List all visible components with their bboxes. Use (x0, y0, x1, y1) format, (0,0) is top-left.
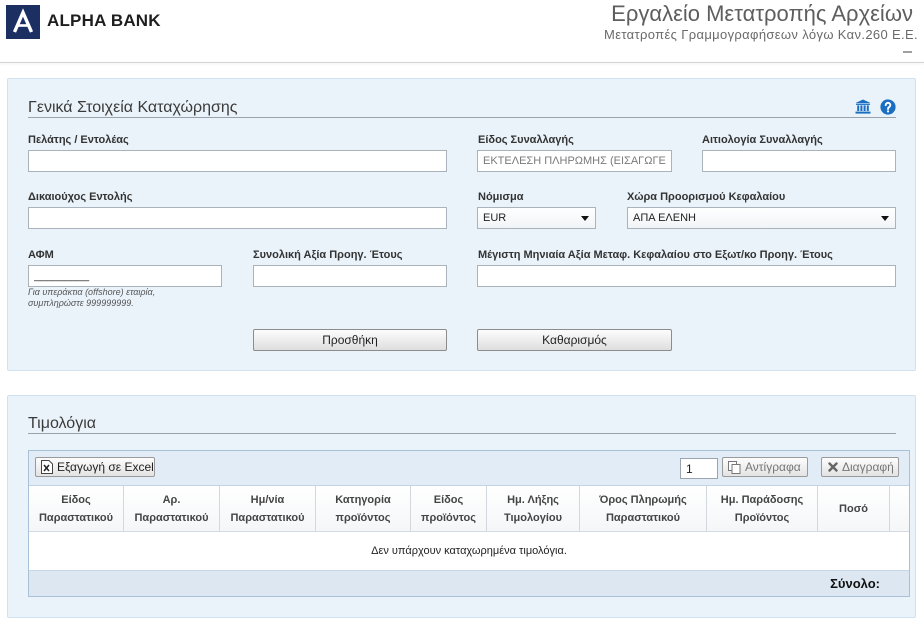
general-info-title: Γενικά Στοιχεία Καταχώρησης (28, 99, 238, 116)
copies-label: Αντίγραφα (745, 460, 801, 474)
prev-year-total-input[interactable] (253, 265, 447, 287)
destination-country-value: ΑΠΑ ΕΛΕΝΗ (633, 212, 696, 224)
copies-count-input[interactable] (680, 458, 718, 479)
copy-icon (728, 460, 741, 474)
column-header-amount[interactable]: Ποσό (818, 486, 890, 531)
column-header-document-date[interactable]: Ημ/νία Παραστατικού (220, 486, 316, 531)
delete-button[interactable]: Διαγραφή (821, 457, 899, 477)
app-title: Εργαλείο Μετατροπής Αρχείων (611, 1, 913, 26)
delete-icon (828, 462, 838, 472)
beneficiary-label: Δικαιούχος Εντολής (28, 191, 133, 203)
tax-id-label: ΑΦΜ (28, 249, 54, 261)
client-input[interactable] (28, 150, 447, 172)
column-header-document-type[interactable]: Είδος Παραστατικού (29, 486, 124, 531)
column-header-delivery-date[interactable]: Ημ. Παράδοσης Προϊόντος (707, 486, 818, 531)
client-label: Πελάτης / Εντολέας (28, 134, 129, 146)
transaction-reason-label: Αιτιολογία Συναλλαγής (702, 134, 823, 146)
transaction-reason-input[interactable] (702, 150, 896, 172)
chevron-down-icon (881, 216, 889, 221)
invoices-title: Τιμολόγια (28, 415, 97, 432)
grid-toolbar: Εξαγωγή σε Excel Αντίγραφα Δια (29, 451, 909, 486)
general-info-panel: Γενικά Στοιχεία Καταχώρησης Πελάτης / Εν… (7, 78, 916, 371)
column-header-spacer (890, 486, 909, 531)
column-header-document-number[interactable]: Αρ. Παραστατικού (124, 486, 220, 531)
help-icon[interactable] (880, 99, 896, 115)
title-underline (28, 117, 896, 118)
brand-name: ALPHA BANK (47, 11, 161, 30)
bank-icon[interactable] (855, 99, 871, 115)
column-header-product-type[interactable]: Είδος προϊόντος (411, 486, 487, 531)
destination-country-select[interactable]: ΑΠΑ ΕΛΕΝΗ (627, 207, 896, 229)
app-subtitle: Μετατροπές Γραμμογραφήσεων λόγω Καν.260 … (604, 27, 918, 42)
max-monthly-input[interactable] (477, 265, 896, 287)
column-header-due-date[interactable]: Ημ. Λήξης Τιμολογίου (487, 486, 580, 531)
column-header-product-category[interactable]: Κατηγορία προϊόντος (316, 486, 411, 531)
chevron-down-icon (581, 216, 589, 221)
transaction-type-input[interactable] (477, 150, 672, 172)
total-label: Σύνολο: (830, 576, 880, 591)
header-divider (0, 62, 924, 63)
minimize-icon (903, 51, 912, 53)
copies-button[interactable]: Αντίγραφα (722, 457, 808, 477)
beneficiary-input[interactable] (28, 207, 447, 229)
empty-message: Δεν υπάρχουν καταχωρημένα τιμολόγια. (371, 545, 567, 557)
excel-icon (41, 460, 53, 474)
invoices-grid: Εξαγωγή σε Excel Αντίγραφα Δια (28, 450, 910, 597)
column-header-payment-term[interactable]: Όρος Πληρωμής Παραστατικού (580, 486, 707, 531)
destination-country-label: Χώρα Προορισμού Κεφαλαίου (627, 191, 786, 203)
currency-label: Νόμισμα (478, 191, 524, 203)
invoices-panel: Τιμολόγια Εξαγωγή σε Excel 1 Αντίγραφα Δ… (7, 395, 916, 618)
tax-id-input[interactable] (28, 265, 222, 287)
prev-year-total-label: Συνολική Αξία Προηγ. Έτους (253, 249, 403, 261)
delete-label: Διαγραφή (842, 460, 894, 474)
alpha-bank-logo (6, 5, 40, 39)
grid-header: Είδος Παραστατικού Αρ. Παραστατικού Ημ/ν… (29, 486, 909, 532)
grid-footer: Σύνολο: (29, 570, 909, 596)
title-underline (28, 433, 896, 434)
export-excel-label: Εξαγωγή σε Excel (57, 460, 154, 474)
export-excel-button[interactable]: Εξαγωγή σε Excel (35, 457, 155, 477)
add-button[interactable]: Προσθήκη (253, 329, 447, 351)
transaction-type-label: Είδος Συναλλαγής (478, 134, 574, 146)
grid-body: Δεν υπάρχουν καταχωρημένα τιμολόγια. (29, 532, 909, 570)
max-monthly-label: Μέγιστη Μηνιαία Αξία Μεταφ. Κεφαλαίου στ… (478, 249, 833, 261)
clear-button[interactable]: Καθαρισμός (477, 329, 672, 351)
tax-id-hint: Για υπεράκτια (offshore) εταιρία, συμπλη… (28, 287, 156, 308)
currency-value: EUR (483, 212, 507, 224)
currency-select[interactable]: EUR (477, 207, 596, 229)
